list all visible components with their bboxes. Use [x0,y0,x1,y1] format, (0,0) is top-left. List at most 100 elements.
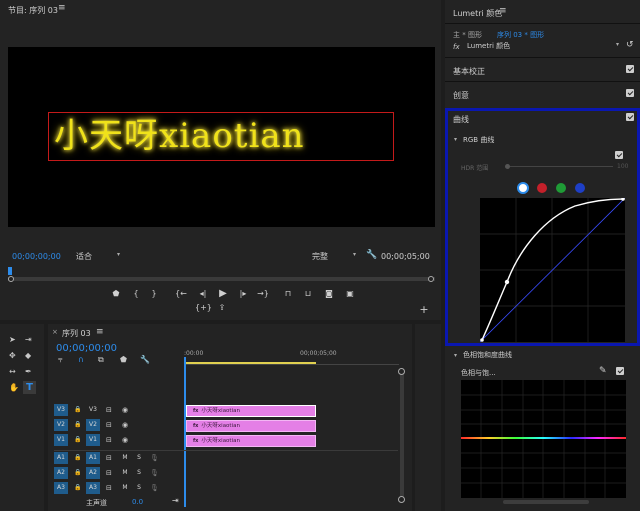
target-v1[interactable]: V1 [86,434,100,446]
scrub-bar[interactable] [8,277,435,281]
camera-icon[interactable]: ◙ [323,288,335,300]
lock-icon[interactable]: 🔒 [74,453,81,463]
microphone-icon[interactable]: 🎙 [150,468,159,478]
lock-icon[interactable]: 🔒 [74,405,81,415]
mark-in-icon[interactable]: { [130,288,142,300]
quality-dropdown[interactable]: 完整 ▾ [312,251,358,262]
reset-icon[interactable]: ↺ [626,40,634,50]
graph-scrollbar[interactable] [503,500,589,504]
microphone-icon[interactable]: 🎙 [150,453,159,463]
track-select-icon[interactable]: ⇥ [25,335,32,345]
clip-v3[interactable]: fx 小天呀xiaotian [186,405,316,417]
hue-sat-checkbox[interactable] [616,367,624,375]
hdr-slider-handle[interactable] [505,164,510,169]
sync-lock-icon[interactable]: ⊟ [106,483,112,493]
linked-selection-icon[interactable]: ⧉ [98,355,104,365]
selection-tool-icon[interactable]: ➤ [9,335,16,345]
breadcrumb-master[interactable]: 主 * 图形 [453,30,482,40]
lock-icon[interactable]: 🔒 [74,483,81,493]
hue-sat-curves-label[interactable]: 色相饱和度曲线 [463,350,512,360]
eye-icon[interactable]: ◉ [122,420,128,430]
sync-lock-icon[interactable]: ⊟ [106,468,112,478]
go-to-end-icon[interactable]: ⇥ [172,496,179,505]
scroll-bottom-handle[interactable] [398,496,405,503]
hamburger-icon[interactable]: ≡ [58,3,66,13]
source-a2[interactable]: A2 [54,467,68,479]
solo-button[interactable]: S [134,452,144,464]
hdr-slider-track[interactable] [507,166,613,167]
mute-button[interactable]: M [120,452,130,464]
scroll-top-handle[interactable] [398,368,405,375]
sync-lock-icon[interactable]: ⊟ [106,453,112,463]
basic-correction-checkbox[interactable] [626,65,634,73]
mute-button[interactable]: M [120,482,130,494]
extract-icon[interactable]: ⊔ [302,288,314,300]
rgb-curves-label[interactable]: RGB 曲线 [463,135,494,145]
hue-line[interactable] [461,437,626,439]
curve-point[interactable] [504,279,510,285]
source-v3[interactable]: V3 [54,404,68,416]
ripple-edit-icon[interactable]: ✥ [9,351,16,361]
fit-dropdown[interactable]: 适合 ▾ [76,251,122,262]
export-frame-icon[interactable]: ⇪ [216,302,228,314]
sequence-tab[interactable]: 序列 03 [62,328,91,339]
step-forward-icon[interactable]: |▸ [237,288,249,300]
zoom-handle-right[interactable] [428,276,434,282]
eye-icon[interactable]: ◉ [122,405,128,415]
curves-header[interactable]: 曲线 [453,114,469,125]
type-tool-icon[interactable]: T [23,381,36,394]
razor-tool-icon[interactable]: ◆ [25,351,31,361]
target-a1[interactable]: A1 [86,452,100,464]
chevron-down-icon[interactable]: ▾ [454,352,457,359]
video-track-v2[interactable]: V2 🔒 V2 ⊟ ◉ [54,419,182,433]
white-channel-button[interactable] [517,182,529,194]
video-frame[interactable]: 小天呀xiaotian [8,47,435,227]
microphone-icon[interactable]: 🎙 [150,483,159,493]
solo-button[interactable]: S [134,482,144,494]
timeline-timecode[interactable]: 00;00;00;00 [56,343,117,354]
solo-button[interactable]: S [134,467,144,479]
wrench-icon[interactable]: 🔧 [140,355,150,365]
audio-track-a1[interactable]: A1 🔒 A1 ⊟ M S 🎙 [54,452,182,466]
slip-tool-icon[interactable]: ↔ [9,367,16,377]
curves-checkbox[interactable] [626,113,634,121]
step-back-icon[interactable]: ◂| [197,288,209,300]
hdr-checkbox[interactable] [615,151,623,159]
chevron-down-icon[interactable]: ▾ [454,136,457,143]
creative-checkbox[interactable] [626,89,634,97]
eyedropper-icon[interactable]: ✎ [599,366,607,376]
source-a3[interactable]: A3 [54,482,68,494]
green-channel-button[interactable] [556,183,566,193]
close-icon[interactable]: × [52,328,58,336]
blue-channel-button[interactable] [575,183,585,193]
target-v2[interactable]: V2 [86,419,100,431]
source-a1[interactable]: A1 [54,452,68,464]
hamburger-icon[interactable]: ≡ [96,327,104,337]
rgb-curve-graph[interactable] [480,198,625,342]
audio-track-a2[interactable]: A2 🔒 A2 ⊟ M S 🎙 [54,467,182,481]
snap-magnet-icon[interactable]: ∩ [78,355,84,365]
video-track-v1[interactable]: V1 🔒 V1 ⊟ ◉ [54,434,182,448]
curve-point-start[interactable] [480,338,484,342]
lift-icon[interactable]: ⊓ [282,288,294,300]
source-v2[interactable]: V2 [54,419,68,431]
lock-icon[interactable]: 🔒 [74,435,81,445]
playhead-marker[interactable] [8,267,12,275]
red-channel-button[interactable] [537,183,547,193]
audio-track-a3[interactable]: A3 🔒 A3 ⊟ M S 🎙 [54,482,182,496]
target-a2[interactable]: A2 [86,467,100,479]
lock-icon[interactable]: 🔒 [74,468,81,478]
lumetri-title[interactable]: Lumetri 颜色 [453,8,502,19]
breadcrumb-sequence[interactable]: 序列 03 * 图形 [497,30,544,40]
zoom-handle-left[interactable] [8,276,14,282]
add-marker-icon[interactable]: ⬟ [110,288,122,300]
go-to-in-icon[interactable]: {← [175,288,187,300]
master-track-value[interactable]: 0.0 [132,498,143,506]
mark-out-icon[interactable]: } [148,288,160,300]
program-monitor-title[interactable]: 节目: 序列 03 [8,5,58,16]
add-button-icon[interactable]: + [418,304,430,316]
playhead[interactable] [184,357,186,507]
work-area-bar[interactable] [186,362,316,364]
go-to-out-icon[interactable]: →} [257,288,269,300]
wrench-icon[interactable]: 🔧 [366,250,377,260]
